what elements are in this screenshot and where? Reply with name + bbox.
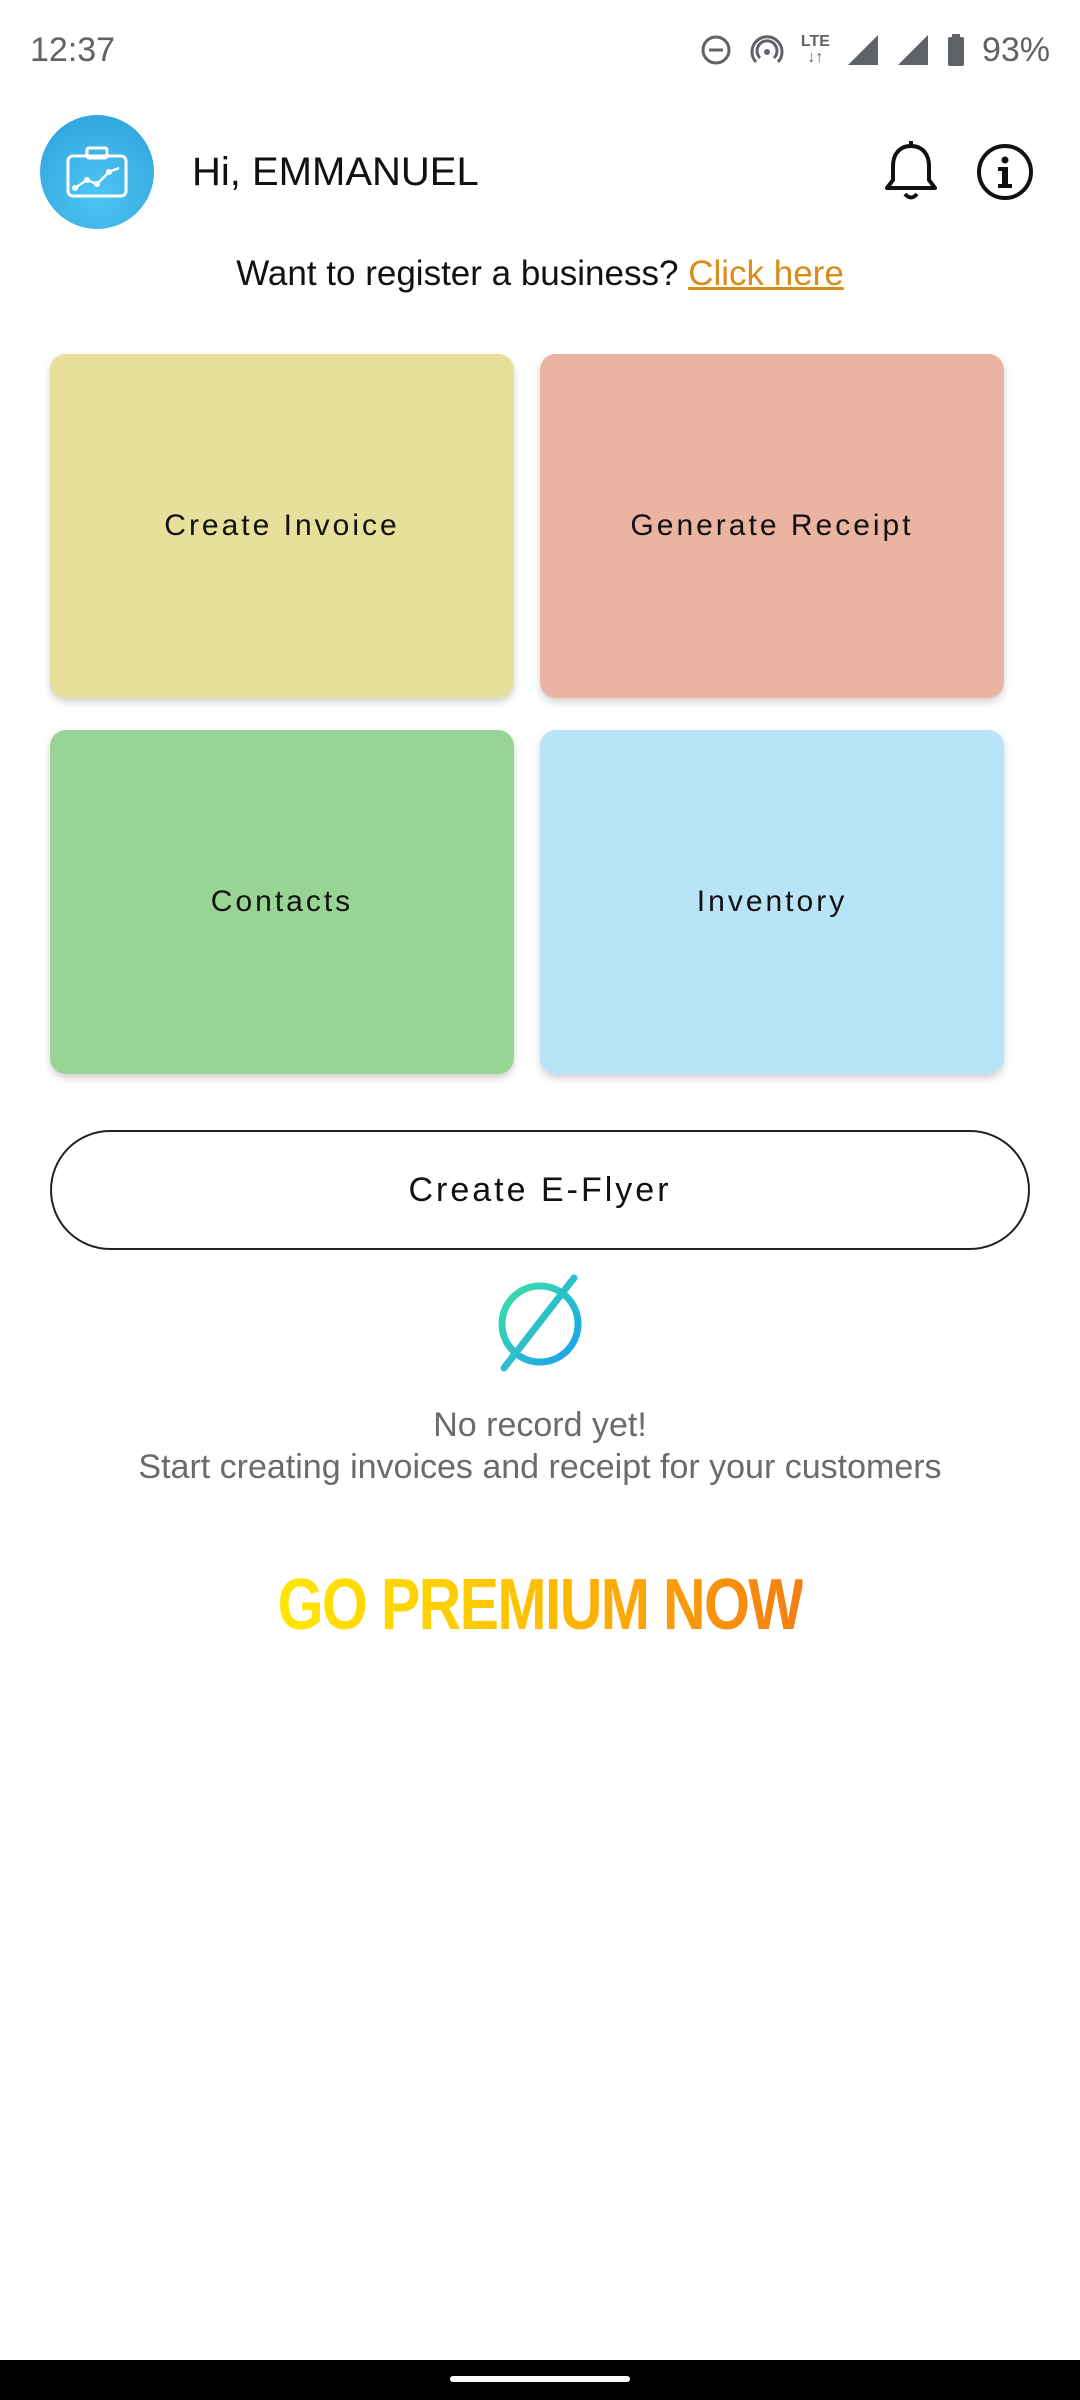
info-icon[interactable] bbox=[970, 137, 1040, 207]
empty-state-title: No record yet! bbox=[433, 1406, 647, 1444]
inventory-label: Inventory bbox=[696, 885, 848, 918]
battery-icon bbox=[946, 33, 966, 67]
signal-icon bbox=[846, 33, 880, 67]
bell-icon[interactable] bbox=[876, 137, 946, 207]
home-screen: 12:37 LTE ↓↑ 93% Hi, EMMANUEL Want to re… bbox=[0, 0, 1080, 2400]
battery-percent: 93% bbox=[981, 30, 1050, 69]
lte-indicator: LTE ↓↑ bbox=[800, 33, 830, 66]
create-invoice-label: Create Invoice bbox=[164, 509, 400, 542]
contacts-tile[interactable]: Contacts bbox=[50, 730, 514, 1074]
create-eflyer-button[interactable]: Create E-Flyer bbox=[50, 1130, 1030, 1250]
header: Hi, EMMANUEL bbox=[40, 114, 1040, 230]
create-eflyer-label: Create E-Flyer bbox=[408, 1170, 672, 1209]
do-not-disturb-icon bbox=[699, 33, 733, 67]
avatar[interactable] bbox=[40, 115, 154, 229]
generate-receipt-tile[interactable]: Generate Receipt bbox=[540, 354, 1004, 698]
empty-state-subtitle: Start creating invoices and receipt for … bbox=[138, 1448, 942, 1486]
status-icons: LTE ↓↑ 93% bbox=[699, 31, 1050, 70]
greeting-text: Hi, EMMANUEL bbox=[192, 149, 479, 194]
contacts-label: Contacts bbox=[210, 885, 354, 918]
home-gesture-handle[interactable] bbox=[450, 2376, 630, 2382]
briefcase-chart-icon bbox=[66, 146, 128, 198]
inventory-tile[interactable]: Inventory bbox=[540, 730, 1004, 1074]
generate-receipt-label: Generate Receipt bbox=[630, 509, 914, 542]
empty-set-icon bbox=[498, 1274, 582, 1372]
register-prompt-text: Want to register a business? bbox=[236, 254, 679, 293]
signal-icon-2 bbox=[896, 33, 930, 67]
create-invoice-tile[interactable]: Create Invoice bbox=[50, 354, 514, 698]
register-prompt: Want to register a business? Click here bbox=[0, 254, 1080, 294]
hotspot-icon bbox=[749, 32, 785, 68]
status-bar: 12:37 LTE ↓↑ 93% bbox=[0, 0, 1080, 100]
go-premium-banner[interactable]: GO PREMIUM NOW bbox=[0, 1560, 1080, 1650]
register-link[interactable]: Click here bbox=[688, 254, 844, 293]
status-time: 12:37 bbox=[30, 30, 116, 69]
go-premium-text: GO PREMIUM NOW bbox=[277, 1565, 804, 1645]
system-nav-bar bbox=[0, 2360, 1080, 2400]
